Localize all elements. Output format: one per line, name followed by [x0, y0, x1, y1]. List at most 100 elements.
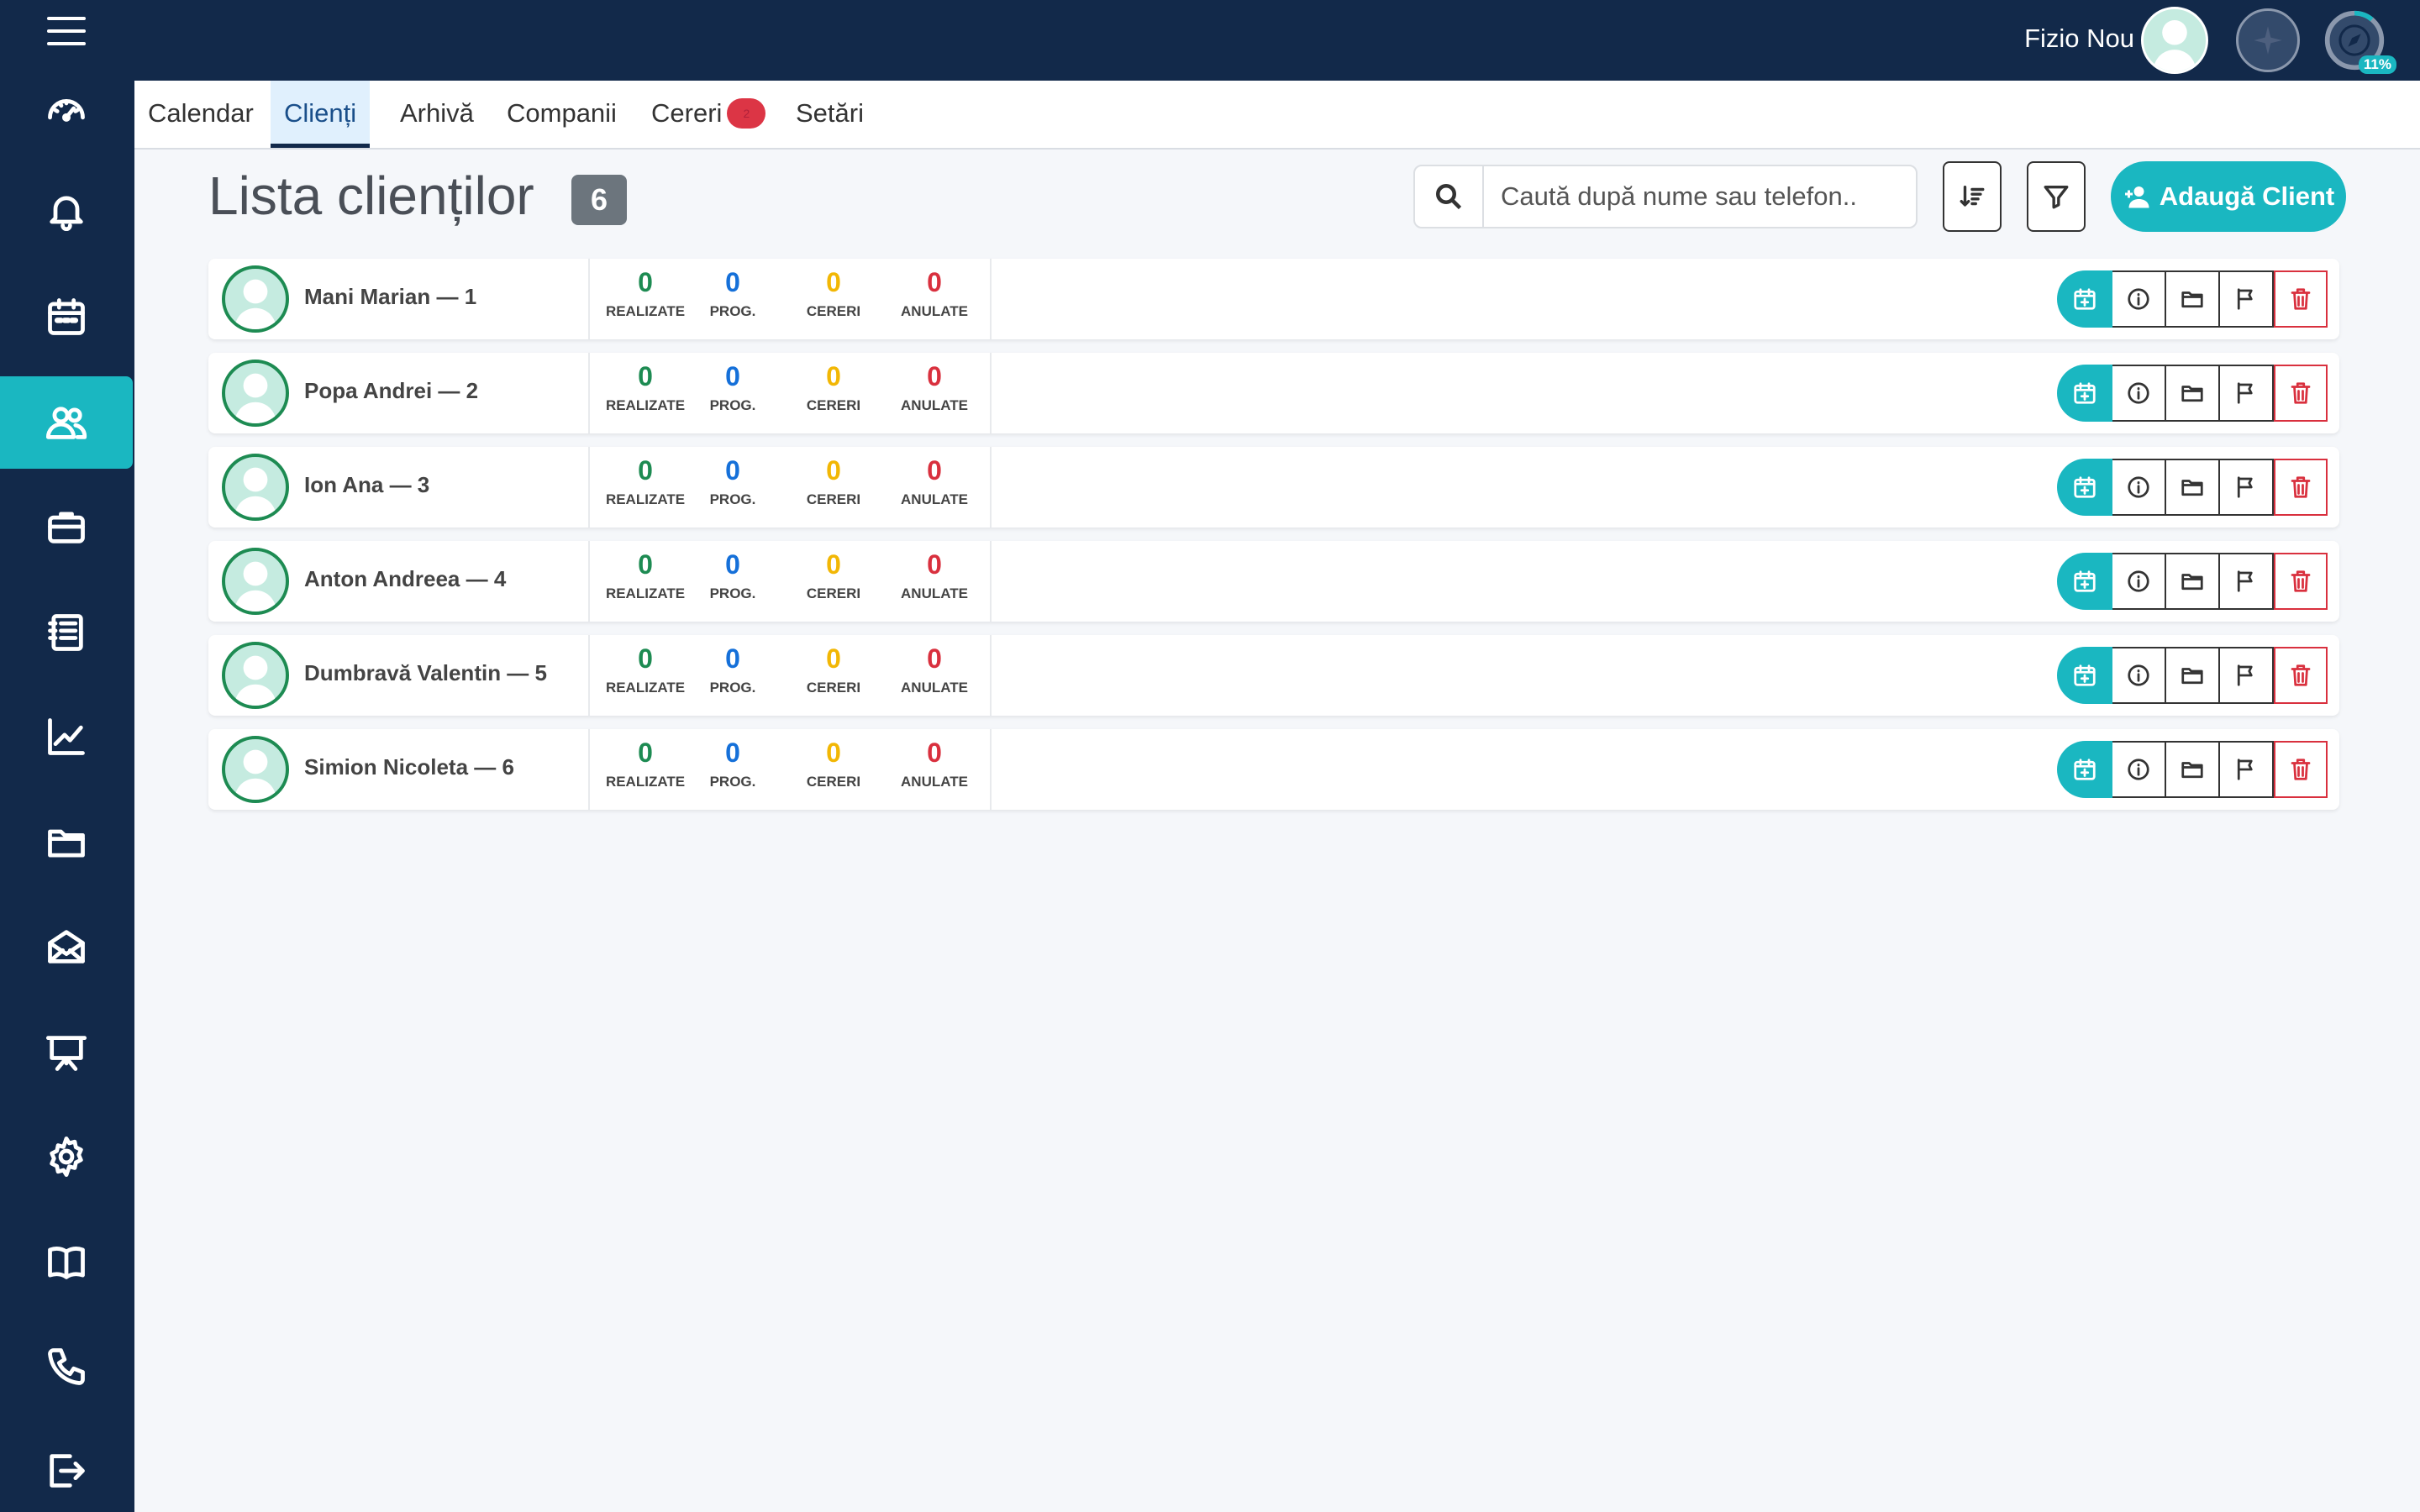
add-client-button[interactable]: Adaugă Client — [2111, 161, 2346, 232]
client-info-button[interactable] — [2112, 741, 2166, 798]
stat-scheduled: 0 PROG. — [691, 738, 775, 790]
client-info-button[interactable] — [2112, 553, 2166, 610]
stat-requests-label: CERERI — [806, 680, 861, 696]
trash-icon — [2291, 288, 2311, 310]
client-flag-button[interactable] — [2220, 459, 2274, 516]
client-name[interactable]: Anton Andreea — 4 — [304, 566, 506, 592]
schedule-appointment-button[interactable] — [2057, 553, 2112, 610]
stat-cancelled: 0 ANULATE — [892, 267, 976, 320]
search-box — [1413, 165, 1918, 228]
stat-done: 0 REALIZATE — [602, 455, 689, 508]
tab-requests[interactable]: Cereri 2 — [638, 81, 779, 148]
delete-client-button[interactable] — [2274, 741, 2328, 798]
sidebar-item-clients[interactable] — [0, 376, 133, 469]
client-stats: 0 REALIZATE 0 PROG. 0 CERERI 0 ANULATE — [588, 541, 992, 622]
client-name[interactable]: Ion Ana — 3 — [304, 472, 429, 498]
client-row: Simion Nicoleta — 6 0 REALIZATE 0 PROG. 0 C… — [208, 729, 2339, 810]
calendar-plus-icon — [2074, 570, 2096, 592]
flag-icon — [2237, 570, 2253, 592]
stat-scheduled-label: PROG. — [709, 774, 756, 790]
delete-client-button[interactable] — [2274, 647, 2328, 704]
client-info-button[interactable] — [2112, 270, 2166, 328]
client-name[interactable]: Dumbravă Valentin — 5 — [304, 660, 547, 686]
stat-requests: 0 CERERI — [792, 738, 876, 790]
client-avatar[interactable] — [222, 454, 289, 521]
sidebar-item-settings[interactable] — [0, 1110, 133, 1203]
sidebar-item-presentation[interactable] — [0, 1006, 133, 1099]
stat-done-label: REALIZATE — [605, 774, 686, 790]
schedule-appointment-button[interactable] — [2057, 741, 2112, 798]
client-avatar[interactable] — [222, 736, 289, 803]
client-files-button[interactable] — [2166, 553, 2220, 610]
client-row: Mani Marian — 1 0 REALIZATE 0 PROG. 0 CERER… — [208, 259, 2339, 339]
client-info-button[interactable] — [2112, 647, 2166, 704]
sidebar-item-logout[interactable] — [0, 1425, 133, 1512]
delete-client-button[interactable] — [2274, 459, 2328, 516]
client-name[interactable]: Popa Andrei — 2 — [304, 378, 478, 404]
schedule-appointment-button[interactable] — [2057, 647, 2112, 704]
delete-client-button[interactable] — [2274, 553, 2328, 610]
client-flag-button[interactable] — [2220, 365, 2274, 422]
schedule-appointment-button[interactable] — [2057, 459, 2112, 516]
sidebar-item-calendar[interactable] — [0, 270, 133, 363]
client-files-button[interactable] — [2166, 647, 2220, 704]
bell-icon — [50, 196, 83, 232]
tab-companies[interactable]: Companii — [493, 81, 630, 148]
user-silhouette-icon — [234, 655, 277, 706]
sidebar-item-list[interactable] — [0, 586, 133, 679]
filter-button[interactable] — [2027, 161, 2086, 232]
client-files-button[interactable] — [2166, 459, 2220, 516]
stat-cancelled: 0 ANULATE — [892, 738, 976, 790]
stat-requests-value: 0 — [826, 549, 841, 580]
schedule-appointment-button[interactable] — [2057, 270, 2112, 328]
stat-done-value: 0 — [638, 549, 653, 580]
client-files-button[interactable] — [2166, 741, 2220, 798]
sidebar-item-dashboard[interactable] — [0, 62, 133, 155]
client-flag-button[interactable] — [2220, 553, 2274, 610]
client-flag-button[interactable] — [2220, 647, 2274, 704]
search-input[interactable] — [1486, 166, 1914, 227]
sidebar-item-messages[interactable] — [0, 900, 133, 993]
client-avatar[interactable] — [222, 548, 289, 615]
sidebar-item-guide[interactable] — [0, 1216, 133, 1309]
client-files-button[interactable] — [2166, 365, 2220, 422]
sidebar-item-statistics[interactable] — [0, 690, 133, 783]
client-info-button[interactable] — [2112, 365, 2166, 422]
delete-client-button[interactable] — [2274, 365, 2328, 422]
tab-archive[interactable]: Arhivă — [387, 81, 487, 148]
client-flag-button[interactable] — [2220, 270, 2274, 328]
sidebar-item-notifications[interactable] — [0, 165, 133, 257]
stat-done: 0 REALIZATE — [602, 643, 689, 696]
schedule-appointment-button[interactable] — [2057, 365, 2112, 422]
ai-assistant-button[interactable] — [2236, 8, 2300, 72]
client-info-button[interactable] — [2112, 459, 2166, 516]
search-button[interactable] — [1415, 166, 1484, 227]
stat-done-label: REALIZATE — [605, 491, 686, 507]
client-name[interactable]: Simion Nicoleta — 6 — [304, 754, 514, 780]
client-avatar[interactable] — [222, 265, 289, 333]
tab-clients[interactable]: Clienți — [271, 81, 371, 148]
list-icon — [48, 614, 83, 651]
stat-scheduled: 0 PROG. — [691, 455, 775, 508]
sidebar-item-contact[interactable] — [0, 1320, 133, 1413]
chart-icon — [48, 718, 85, 755]
sidebar-item-files[interactable] — [0, 796, 133, 889]
user-avatar[interactable] — [2141, 7, 2208, 74]
delete-client-button[interactable] — [2274, 270, 2328, 328]
client-flag-button[interactable] — [2220, 741, 2274, 798]
client-name[interactable]: Mani Marian — 1 — [304, 284, 476, 310]
client-avatar[interactable] — [222, 642, 289, 709]
search-icon — [1436, 184, 1462, 210]
sort-button[interactable] — [1943, 161, 2002, 232]
info-icon — [2128, 664, 2149, 686]
sidebar-item-briefcase[interactable] — [0, 480, 133, 573]
info-icon — [2128, 288, 2149, 310]
client-avatar[interactable] — [222, 360, 289, 427]
tab-settings[interactable]: Setări — [782, 81, 877, 148]
client-files-button[interactable] — [2166, 270, 2220, 328]
tab-calendar[interactable]: Calendar — [134, 81, 267, 148]
user-name[interactable]: Fizio Nou — [2024, 24, 2134, 54]
hamburger-menu-icon[interactable] — [47, 17, 86, 45]
calendar-icon — [48, 298, 85, 335]
speedometer-icon — [48, 98, 85, 122]
